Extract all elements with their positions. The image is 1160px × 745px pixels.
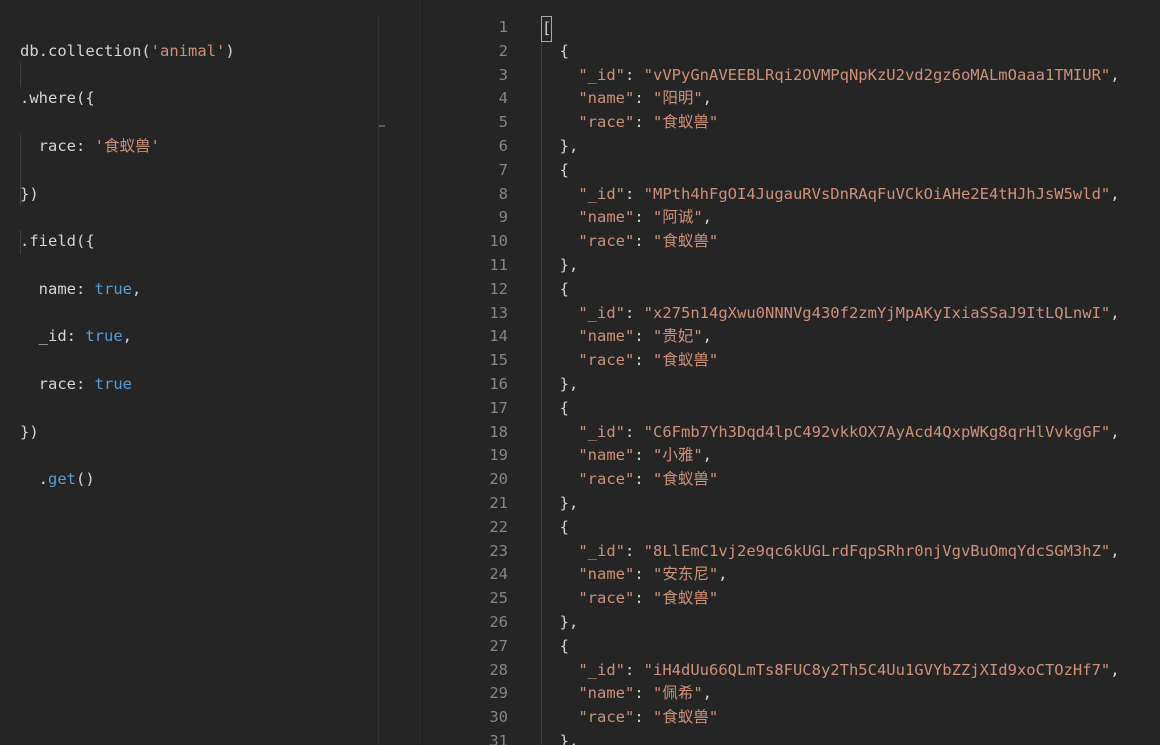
json-field-race: "race": "食蚁兽" [578, 232, 719, 251]
json-record-open: { [559, 160, 570, 179]
line-number: 4 [498, 89, 508, 108]
json-field-id: "_id": "vVPyGnAVEEBLRqi2OVMPqNpKzU2vd2gz… [578, 65, 1120, 84]
line-number: 3 [498, 65, 508, 84]
query-editor-pane[interactable]: db.collection('animal') .where({ race: '… [0, 0, 423, 745]
json-record-close: }, [559, 374, 579, 393]
line-number: 25 [489, 589, 508, 608]
code-line-1: db.collection('animal') [20, 41, 235, 60]
json-record-open: { [559, 279, 570, 298]
json-record-close: }, [559, 612, 579, 631]
code-line-7: _id: true, [38, 327, 133, 346]
json-field-race: "race": "食蚁兽" [578, 708, 719, 727]
json-field-id: "_id": "MPth4hFgOI4JugauRVsDnRAqFuVCkOiA… [578, 184, 1120, 203]
line-number: 22 [489, 517, 508, 536]
code-line-5: .field({ [20, 232, 95, 251]
overview-ruler-mark [379, 125, 385, 127]
line-number: 21 [489, 493, 508, 512]
json-field-name: "name": "阳明", [578, 89, 713, 108]
line-number: 16 [489, 374, 508, 393]
code-line-6: name: true, [38, 279, 142, 298]
line-number: 18 [489, 422, 508, 441]
line-number: 5 [498, 113, 508, 132]
code-line-3: race: '食蚁兽' [38, 136, 160, 155]
json-record-open: { [559, 517, 570, 536]
json-field-race: "race": "食蚁兽" [578, 470, 719, 489]
line-number: 24 [489, 565, 508, 584]
json-record-open: { [559, 398, 570, 417]
code-line-8: race: true [38, 374, 132, 393]
json-field-name: "name": "小雅", [578, 446, 713, 465]
json-record-close: }, [559, 255, 579, 274]
line-number: 11 [489, 255, 508, 274]
json-record-close: }, [559, 136, 579, 155]
json-field-name: "name": "阿诚", [578, 208, 713, 227]
code-line-9: }) [20, 422, 39, 441]
line-number: 29 [489, 684, 508, 703]
line-number: 9 [498, 208, 508, 227]
code-line-4: }) [20, 184, 39, 203]
line-number-gutter: 1 2 3 4 5 6 7 8 9 10 11 12 13 14 15 16 17 18 19 20 21 22 23 24 2… [423, 16, 508, 745]
json-field-id: "_id": "x275n14gXwu0NNNVg430f2zmYjMpAKyI… [578, 303, 1120, 322]
line-number: 7 [498, 160, 508, 179]
result-viewer-pane[interactable]: 1 2 3 4 5 6 7 8 9 10 11 12 13 14 15 16 17 18 19 20 21 22 23 24 2… [423, 0, 1160, 745]
json-result[interactable]: [ { "_id": "vVPyGnAVEEBLRqi2OVMPqNpKzU2v… [541, 16, 1120, 745]
line-number: 14 [489, 327, 508, 346]
json-field-name: "name": "贵妃", [578, 327, 713, 346]
code-line-2: .where({ [20, 89, 95, 108]
line-number: 15 [489, 351, 508, 370]
code-line-10: .get() [38, 470, 95, 489]
line-number: 6 [498, 136, 508, 155]
json-field-id: "_id": "8LlEmC1vj2e9qc6kUGLrdFqpSRhr0njV… [578, 541, 1120, 560]
line-number: 28 [489, 660, 508, 679]
line-number: 13 [489, 303, 508, 322]
line-number: 2 [498, 41, 508, 60]
line-number: 31 [489, 731, 508, 745]
json-record-close: }, [559, 493, 579, 512]
query-code[interactable]: db.collection('animal') .where({ race: '… [20, 16, 235, 540]
line-number: 10 [489, 232, 508, 251]
json-field-race: "race": "食蚁兽" [578, 351, 719, 370]
line-number: 8 [498, 184, 508, 203]
line-number: 12 [489, 279, 508, 298]
json-field-name: "name": "安东尼", [578, 565, 728, 584]
line-number: 20 [489, 470, 508, 489]
json-field-id: "_id": "C6Fmb7Yh3Dqd4lpC492vkkOX7AyAcd4Q… [578, 422, 1120, 441]
json-field-id: "_id": "iH4dUu66QLmTs8FUC8y2Th5C4Uu1GVYb… [578, 660, 1120, 679]
json-field-race: "race": "食蚁兽" [578, 589, 719, 608]
line-number: 30 [489, 708, 508, 727]
json-record-open: { [559, 41, 570, 60]
line-number: 23 [489, 541, 508, 560]
json-record-open: { [559, 636, 570, 655]
json-field-race: "race": "食蚁兽" [578, 113, 719, 132]
line-number: 27 [489, 636, 508, 655]
line-number: 26 [489, 612, 508, 631]
json-field-name: "name": "佩希", [578, 684, 713, 703]
line-number: 19 [489, 446, 508, 465]
json-open-bracket: [ [541, 16, 1120, 42]
line-number: 1 [498, 18, 508, 36]
line-number: 17 [489, 398, 508, 417]
json-record-close: }, [559, 731, 579, 745]
editor-window: db.collection('animal') .where({ race: '… [0, 0, 1160, 745]
